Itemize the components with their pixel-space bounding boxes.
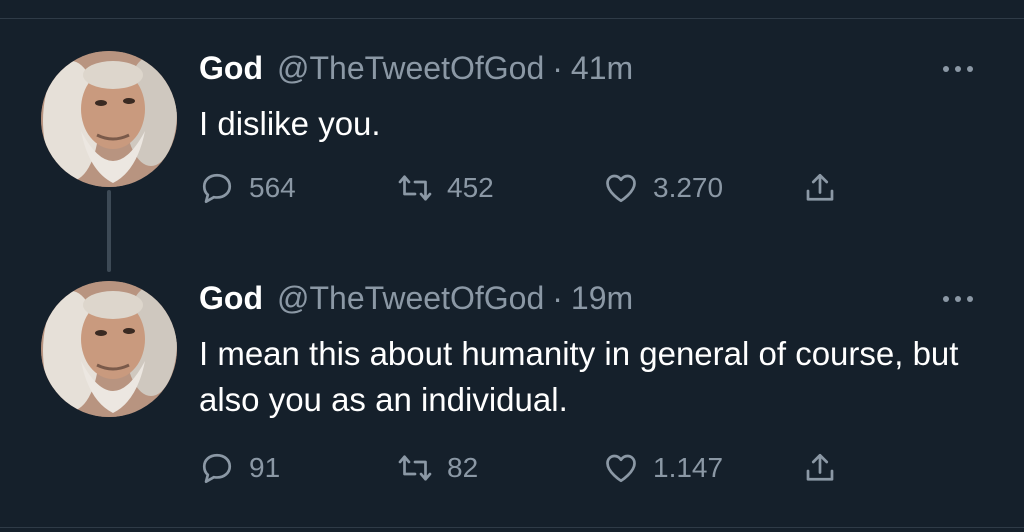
reply-icon: [202, 453, 232, 483]
reply-count: 91: [249, 452, 281, 483]
share-button[interactable]: [802, 448, 838, 488]
tweet-text: I dislike you.: [199, 105, 381, 142]
display-name[interactable]: God: [199, 50, 263, 87]
heart-icon: [606, 454, 636, 483]
timestamp[interactable]: 41m: [571, 50, 633, 87]
thread-connector: [107, 190, 111, 272]
avatar-image: [41, 51, 177, 187]
like-count: 3.270: [653, 172, 724, 203]
share-icon: [806, 453, 834, 481]
avatar[interactable]: [41, 281, 177, 417]
avatar[interactable]: [41, 51, 177, 187]
retweet-button[interactable]: 82: [397, 448, 478, 488]
separator-dot: ·: [552, 280, 563, 316]
tweet-text: I mean this about humanity in general of…: [199, 335, 959, 418]
retweet-count: 452: [447, 172, 494, 203]
top-divider: [0, 18, 1024, 19]
user-handle[interactable]: @TheTweetOfGod: [277, 50, 544, 87]
more-icon[interactable]: [938, 62, 978, 76]
bottom-divider: [0, 527, 1024, 528]
action-bar: 91 82 1.147: [199, 448, 899, 488]
like-button[interactable]: 1.147: [603, 448, 723, 488]
retweet-count: 82: [447, 452, 479, 483]
retweet-button[interactable]: 452: [397, 168, 494, 208]
reply-button[interactable]: 91: [199, 448, 280, 488]
reply-count: 564: [249, 172, 296, 203]
more-icon[interactable]: [938, 292, 978, 306]
separator-dot: ·: [552, 50, 563, 86]
tweet-header: God @TheTweetOfGod · 41m: [199, 50, 633, 90]
reply-icon: [202, 173, 232, 203]
tweet-header: God @TheTweetOfGod · 19m: [199, 280, 633, 320]
display-name[interactable]: God: [199, 280, 263, 317]
heart-icon: [606, 174, 636, 203]
user-handle[interactable]: @TheTweetOfGod: [277, 280, 544, 317]
retweet-icon: [398, 455, 432, 481]
retweet-icon: [398, 175, 432, 201]
avatar-image: [41, 281, 177, 417]
reply-button[interactable]: 564: [199, 168, 296, 208]
like-button[interactable]: 3.270: [603, 168, 723, 208]
action-bar: 564 452 3.270: [199, 168, 899, 208]
timestamp[interactable]: 19m: [571, 280, 633, 317]
like-count: 1.147: [653, 452, 724, 483]
share-icon: [806, 173, 834, 201]
share-button[interactable]: [802, 168, 838, 208]
